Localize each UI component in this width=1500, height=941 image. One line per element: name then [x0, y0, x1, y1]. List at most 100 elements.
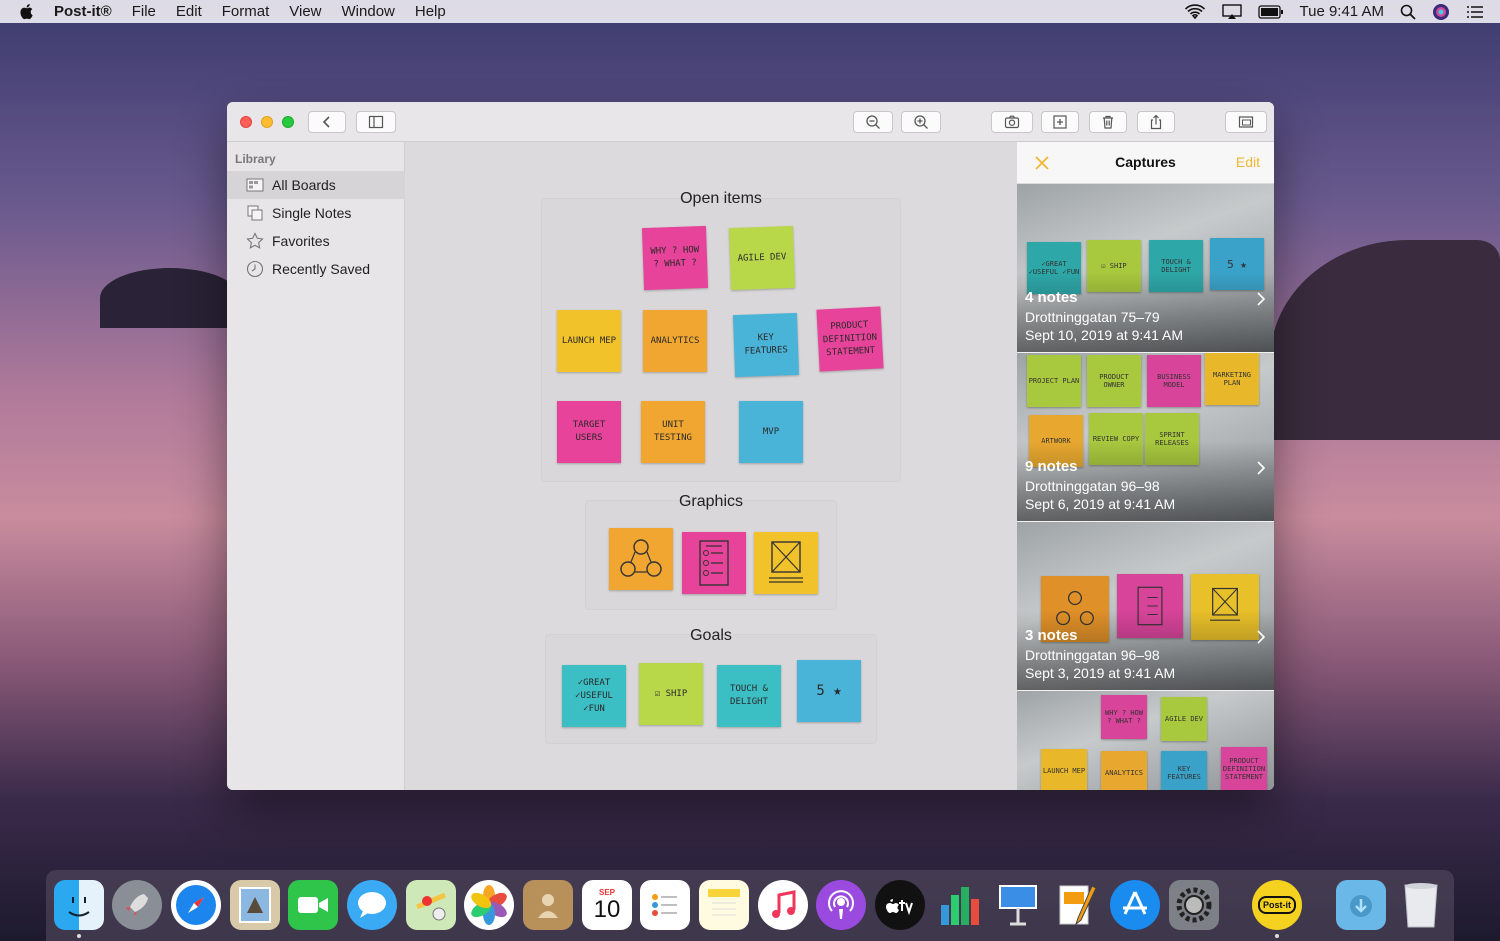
star-icon — [246, 232, 264, 249]
numbers-icon[interactable] — [934, 880, 984, 930]
battery-icon[interactable] — [1257, 4, 1284, 19]
capture-count: 3 notes — [1025, 627, 1078, 644]
minimize-window-button[interactable] — [261, 116, 273, 128]
finder-icon[interactable] — [54, 880, 104, 930]
running-indicator — [77, 934, 81, 938]
download-arrow-icon — [1350, 895, 1372, 917]
sidebar-item-recently-saved[interactable]: Recently Saved — [227, 255, 405, 283]
toggle-sidebar-button[interactable] — [356, 111, 396, 133]
sticky-note[interactable]: KEY FEATURES — [732, 312, 800, 378]
notes-icon[interactable] — [699, 880, 749, 930]
sticky-note[interactable]: UNIT TESTING — [641, 401, 705, 463]
music-icon[interactable] — [758, 880, 808, 930]
captured-note: WHY ? HOW ? WHAT ? — [1101, 695, 1147, 739]
sticky-note[interactable]: WHY ? HOW ? WHAT ? — [641, 225, 709, 291]
zoom-out-button[interactable] — [853, 111, 893, 133]
sticky-note[interactable]: ✓GREAT ✓USEFUL ✓FUN — [562, 665, 626, 727]
wifi-icon[interactable] — [1184, 3, 1206, 20]
sticky-note[interactable] — [682, 532, 746, 594]
podcasts-icon[interactable] — [816, 880, 866, 930]
sidebar: Library All Boards Single Notes Favorite… — [227, 142, 405, 790]
capture-button[interactable] — [991, 111, 1033, 133]
capture-item[interactable]: WHY ? HOW ? WHAT ? AGILE DEV LAUNCH MEP … — [1017, 691, 1274, 790]
zoom-window-button[interactable] — [282, 116, 294, 128]
apple-logo-icon[interactable] — [18, 3, 34, 20]
capture-item[interactable]: 3 notes Drottninggatan 96–98 Sept 3, 201… — [1017, 522, 1274, 690]
downloads-folder-icon[interactable] — [1336, 880, 1386, 930]
reminders-icon[interactable] — [640, 880, 690, 930]
contacts-icon[interactable] — [523, 880, 573, 930]
sticky-note[interactable] — [609, 528, 673, 590]
sticky-note[interactable]: TARGET USERS — [557, 401, 621, 463]
captures-edit-button[interactable]: Edit — [1236, 154, 1260, 170]
sticky-note[interactable]: ANALYTICS — [643, 310, 707, 372]
gear-icon — [1176, 887, 1212, 923]
captured-note: AGILE DEV — [1161, 697, 1207, 741]
captured-note: PRODUCT OWNER — [1087, 355, 1141, 407]
sidebar-item-all-boards[interactable]: All Boards — [227, 171, 405, 199]
maps-icon[interactable] — [406, 880, 456, 930]
post-it-app-icon[interactable]: Post-it — [1252, 880, 1302, 930]
safari-icon[interactable] — [171, 880, 221, 930]
pages-icon[interactable] — [1052, 880, 1102, 930]
person-icon — [538, 894, 558, 918]
capture-count: 9 notes — [1025, 458, 1078, 475]
capture-item[interactable]: PROJECT PLAN PRODUCT OWNER BUSINESS MODE… — [1017, 353, 1274, 521]
back-button[interactable] — [308, 111, 346, 133]
menu-edit[interactable]: Edit — [176, 3, 202, 20]
add-note-icon — [1053, 115, 1067, 129]
menu-help[interactable]: Help — [415, 3, 446, 20]
menu-app-name[interactable]: Post-it® — [54, 3, 112, 20]
menu-format[interactable]: Format — [222, 3, 270, 20]
compass-icon — [176, 885, 216, 925]
calendar-icon[interactable]: SEP 10 — [582, 880, 632, 930]
sticky-note[interactable]: LAUNCH MEP — [557, 310, 621, 372]
menu-file[interactable]: File — [132, 3, 156, 20]
music-note-icon — [772, 890, 796, 918]
sticky-note[interactable]: TOUCH & DELIGHT — [717, 665, 781, 727]
list-drawing-icon — [699, 540, 729, 586]
menu-clock[interactable]: Tue 9:41 AM — [1300, 3, 1385, 20]
sidebar-item-single-notes[interactable]: Single Notes — [227, 199, 405, 227]
messages-icon[interactable] — [347, 880, 397, 930]
facetime-icon[interactable] — [288, 880, 338, 930]
captured-note: BUSINESS MODEL — [1147, 355, 1201, 407]
board-canvas[interactable]: Open items WHY ? HOW ? WHAT ? AGILE DEV … — [405, 142, 1017, 790]
photos-icon[interactable] — [464, 880, 514, 930]
capture-item[interactable]: ✓GREAT ✓USEFUL ✓FUN ☑ SHIP TOUCH & DELIG… — [1017, 184, 1274, 352]
notification-center-icon[interactable] — [1466, 5, 1484, 19]
captured-note: LAUNCH MEP — [1041, 749, 1087, 790]
sidebar-item-label: Single Notes — [272, 205, 352, 221]
close-window-button[interactable] — [240, 116, 252, 128]
siri-icon[interactable] — [1432, 3, 1450, 21]
capture-count: 4 notes — [1025, 289, 1078, 306]
calendar-day: 10 — [593, 895, 621, 923]
keynote-icon[interactable] — [993, 880, 1043, 930]
menu-window[interactable]: Window — [342, 3, 395, 20]
menu-view[interactable]: View — [289, 3, 321, 20]
chat-bubble-icon — [358, 892, 386, 918]
cycle-drawing-icon — [620, 539, 662, 577]
app-store-icon[interactable] — [1110, 880, 1160, 930]
gallery-button[interactable] — [1225, 111, 1267, 133]
finder-face-icon — [68, 897, 90, 917]
spotlight-search-icon[interactable] — [1400, 4, 1416, 20]
bar-graph-icon — [941, 887, 979, 925]
sticky-note[interactable]: AGILE DEV — [728, 225, 796, 291]
sticky-note[interactable]: PRODUCT DEFINITION STATEMENT — [816, 306, 884, 372]
delete-button[interactable] — [1089, 111, 1127, 133]
zoom-in-button[interactable] — [901, 111, 941, 133]
trash-icon[interactable] — [1396, 880, 1446, 930]
launchpad-icon[interactable] — [112, 880, 162, 930]
apple-tv-icon[interactable] — [875, 880, 925, 930]
airplay-icon[interactable] — [1221, 3, 1242, 20]
share-button[interactable] — [1137, 111, 1175, 133]
mail-icon[interactable] — [230, 880, 280, 930]
sidebar-item-favorites[interactable]: Favorites — [227, 227, 405, 255]
sticky-note[interactable]: ☑ SHIP — [639, 663, 703, 725]
sticky-note[interactable]: MVP — [739, 401, 803, 463]
add-note-button[interactable] — [1041, 111, 1079, 133]
sticky-note[interactable] — [754, 532, 818, 594]
system-preferences-icon[interactable] — [1169, 880, 1219, 930]
sticky-note[interactable]: 5 ★ — [797, 660, 861, 722]
